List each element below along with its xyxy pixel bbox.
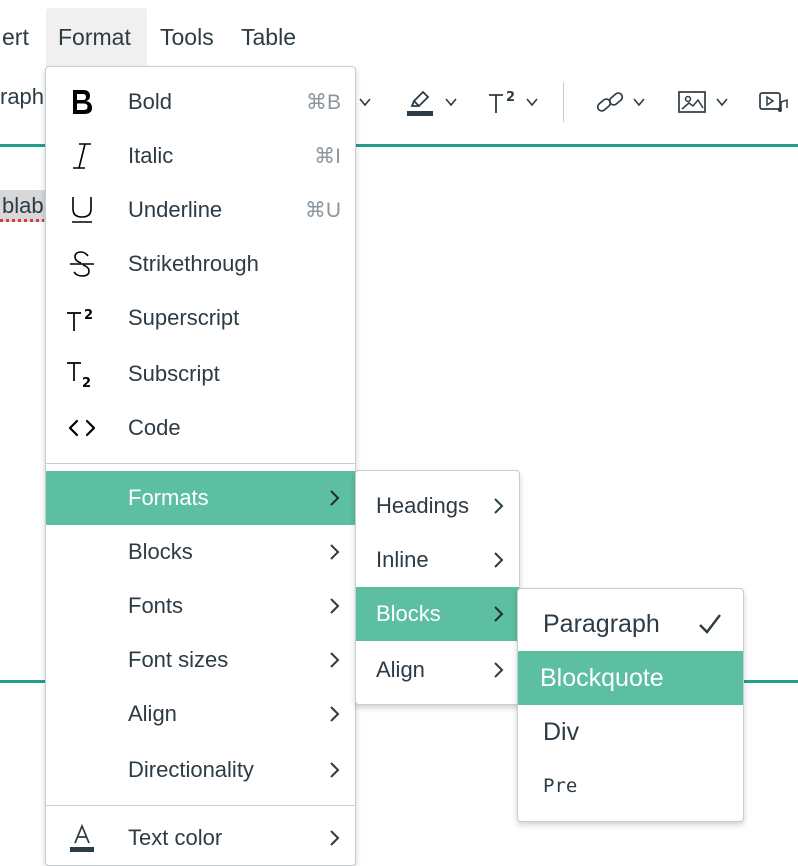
- menu-item-font-sizes[interactable]: Font sizes: [46, 633, 355, 687]
- menu-item-strikethrough[interactable]: Strikethrough: [46, 237, 355, 291]
- menu-item-label: Strikethrough: [128, 251, 259, 276]
- chevron-right-icon: [330, 652, 340, 668]
- chevron-down-icon: [445, 98, 457, 107]
- submenu-item-label: Align: [376, 657, 425, 682]
- chevron-right-icon: [330, 490, 340, 506]
- chevron-down-icon: [716, 98, 728, 107]
- menubar-tools[interactable]: Tools: [148, 8, 226, 66]
- image-icon: [678, 91, 706, 113]
- menu-item-label: Code: [128, 415, 181, 440]
- menu-item-label: Align: [128, 701, 177, 726]
- menu-item-fonts[interactable]: Fonts: [46, 579, 355, 633]
- chevron-right-icon: [494, 606, 504, 622]
- menu-item-subscript[interactable]: 2 Subscript: [46, 347, 355, 401]
- svg-text:2: 2: [82, 376, 91, 389]
- submenu-item-blocks[interactable]: Blocks: [356, 587, 519, 641]
- media-dropdown[interactable]: [758, 82, 788, 122]
- menu-item-label: Fonts: [128, 593, 184, 618]
- shortcut-label: ⌘U: [304, 198, 341, 222]
- superscript-dropdown[interactable]: 2: [487, 82, 539, 122]
- menu-item-formats[interactable]: Formats: [46, 471, 355, 525]
- menu-item-underline[interactable]: Underline ⌘U: [46, 183, 355, 237]
- checkmark-icon: [699, 614, 721, 634]
- highlight-color-button[interactable]: [406, 82, 458, 122]
- block-item-paragraph[interactable]: Paragraph: [518, 597, 743, 651]
- menu-item-label: Underline: [128, 197, 223, 222]
- chevron-right-icon: [494, 662, 504, 678]
- menu-item-label: Formats: [128, 485, 209, 510]
- menu-item-label: Font sizes: [128, 647, 229, 672]
- chevron-right-icon: [330, 830, 340, 846]
- block-item-label: Div: [543, 717, 580, 746]
- menu-item-label: Superscript: [128, 305, 240, 330]
- shortcut-label: ⌘B: [305, 90, 341, 114]
- submenu-item-label: Inline: [376, 547, 429, 572]
- submenu-item-label: Headings: [376, 493, 469, 518]
- submenu-item-label: Blocks: [376, 601, 441, 626]
- menu-item-label: Bold: [128, 89, 173, 114]
- toolbar-divider: [563, 82, 564, 122]
- strikethrough-icon: [66, 248, 98, 280]
- block-item-label: Paragraph: [543, 609, 660, 638]
- code-icon: [66, 412, 98, 444]
- menubar-insert[interactable]: ert: [0, 8, 41, 66]
- chevron-down-icon: [359, 98, 371, 107]
- format-menu: Bold ⌘B Italic ⌘I Underline ⌘U Strikethr…: [45, 66, 356, 866]
- chevron-right-icon: [330, 544, 340, 560]
- submenu-item-align[interactable]: Align: [356, 643, 519, 697]
- menu-item-align[interactable]: Align: [46, 687, 355, 741]
- menu-item-label: Text color: [128, 825, 223, 850]
- chevron-right-icon: [330, 706, 340, 722]
- chevron-right-icon: [330, 762, 340, 778]
- menubar-format[interactable]: Format: [46, 8, 147, 66]
- text-color-icon: [66, 822, 98, 854]
- menu-item-text-color[interactable]: Text color: [46, 811, 355, 865]
- formats-submenu: Headings Inline Blocks Align: [355, 470, 520, 705]
- block-item-div[interactable]: Div: [518, 705, 743, 759]
- menu-separator: [46, 805, 355, 806]
- highlighter-icon: [407, 90, 433, 116]
- submenu-item-headings[interactable]: Headings: [356, 479, 519, 533]
- chevron-right-icon: [494, 498, 504, 514]
- font-color-dropdown-chevron[interactable]: [358, 82, 372, 122]
- menu-item-code[interactable]: Code: [46, 401, 355, 455]
- menu-item-label: Blocks: [128, 539, 193, 564]
- underline-icon: [66, 194, 98, 226]
- menu-item-blocks[interactable]: Blocks: [46, 525, 355, 579]
- selected-text: blab: [0, 190, 46, 222]
- spellcheck-underline: [0, 219, 44, 222]
- shortcut-label: ⌘I: [314, 144, 341, 168]
- block-item-blockquote[interactable]: Blockquote: [518, 651, 743, 705]
- menubar-table[interactable]: Table: [229, 8, 308, 66]
- block-item-label: Blockquote: [540, 663, 664, 692]
- bold-icon: [66, 86, 98, 118]
- menu-item-label: Subscript: [128, 361, 220, 386]
- block-item-label: Pre: [543, 775, 578, 797]
- menu-item-label: Directionality: [128, 757, 254, 782]
- subscript-icon: 2: [66, 358, 98, 390]
- svg-text:2: 2: [84, 308, 93, 323]
- block-format-dropdown[interactable]: raph: [0, 84, 44, 110]
- menu-item-bold[interactable]: Bold ⌘B: [46, 75, 355, 129]
- menu-separator: [46, 463, 355, 464]
- superscript-icon: 2: [489, 90, 515, 113]
- menu-item-italic[interactable]: Italic ⌘I: [46, 129, 355, 183]
- italic-icon: [66, 140, 98, 172]
- chevron-right-icon: [330, 598, 340, 614]
- svg-text:2: 2: [506, 90, 515, 105]
- menu-item-superscript[interactable]: 2 Superscript: [46, 291, 355, 345]
- menu-item-directionality[interactable]: Directionality: [46, 743, 355, 797]
- chevron-down-icon: [526, 98, 538, 107]
- submenu-item-inline[interactable]: Inline: [356, 533, 519, 587]
- block-item-pre[interactable]: Pre: [518, 759, 743, 813]
- link-icon: [596, 92, 624, 112]
- blocks-submenu: Paragraph Blockquote Div Pre: [517, 588, 744, 822]
- menu-item-label: Italic: [128, 143, 174, 168]
- image-dropdown[interactable]: [677, 82, 729, 122]
- superscript-icon: 2: [66, 302, 98, 334]
- link-dropdown[interactable]: [594, 82, 646, 122]
- media-icon: [759, 92, 788, 112]
- chevron-down-icon: [633, 98, 645, 107]
- chevron-right-icon: [494, 552, 504, 568]
